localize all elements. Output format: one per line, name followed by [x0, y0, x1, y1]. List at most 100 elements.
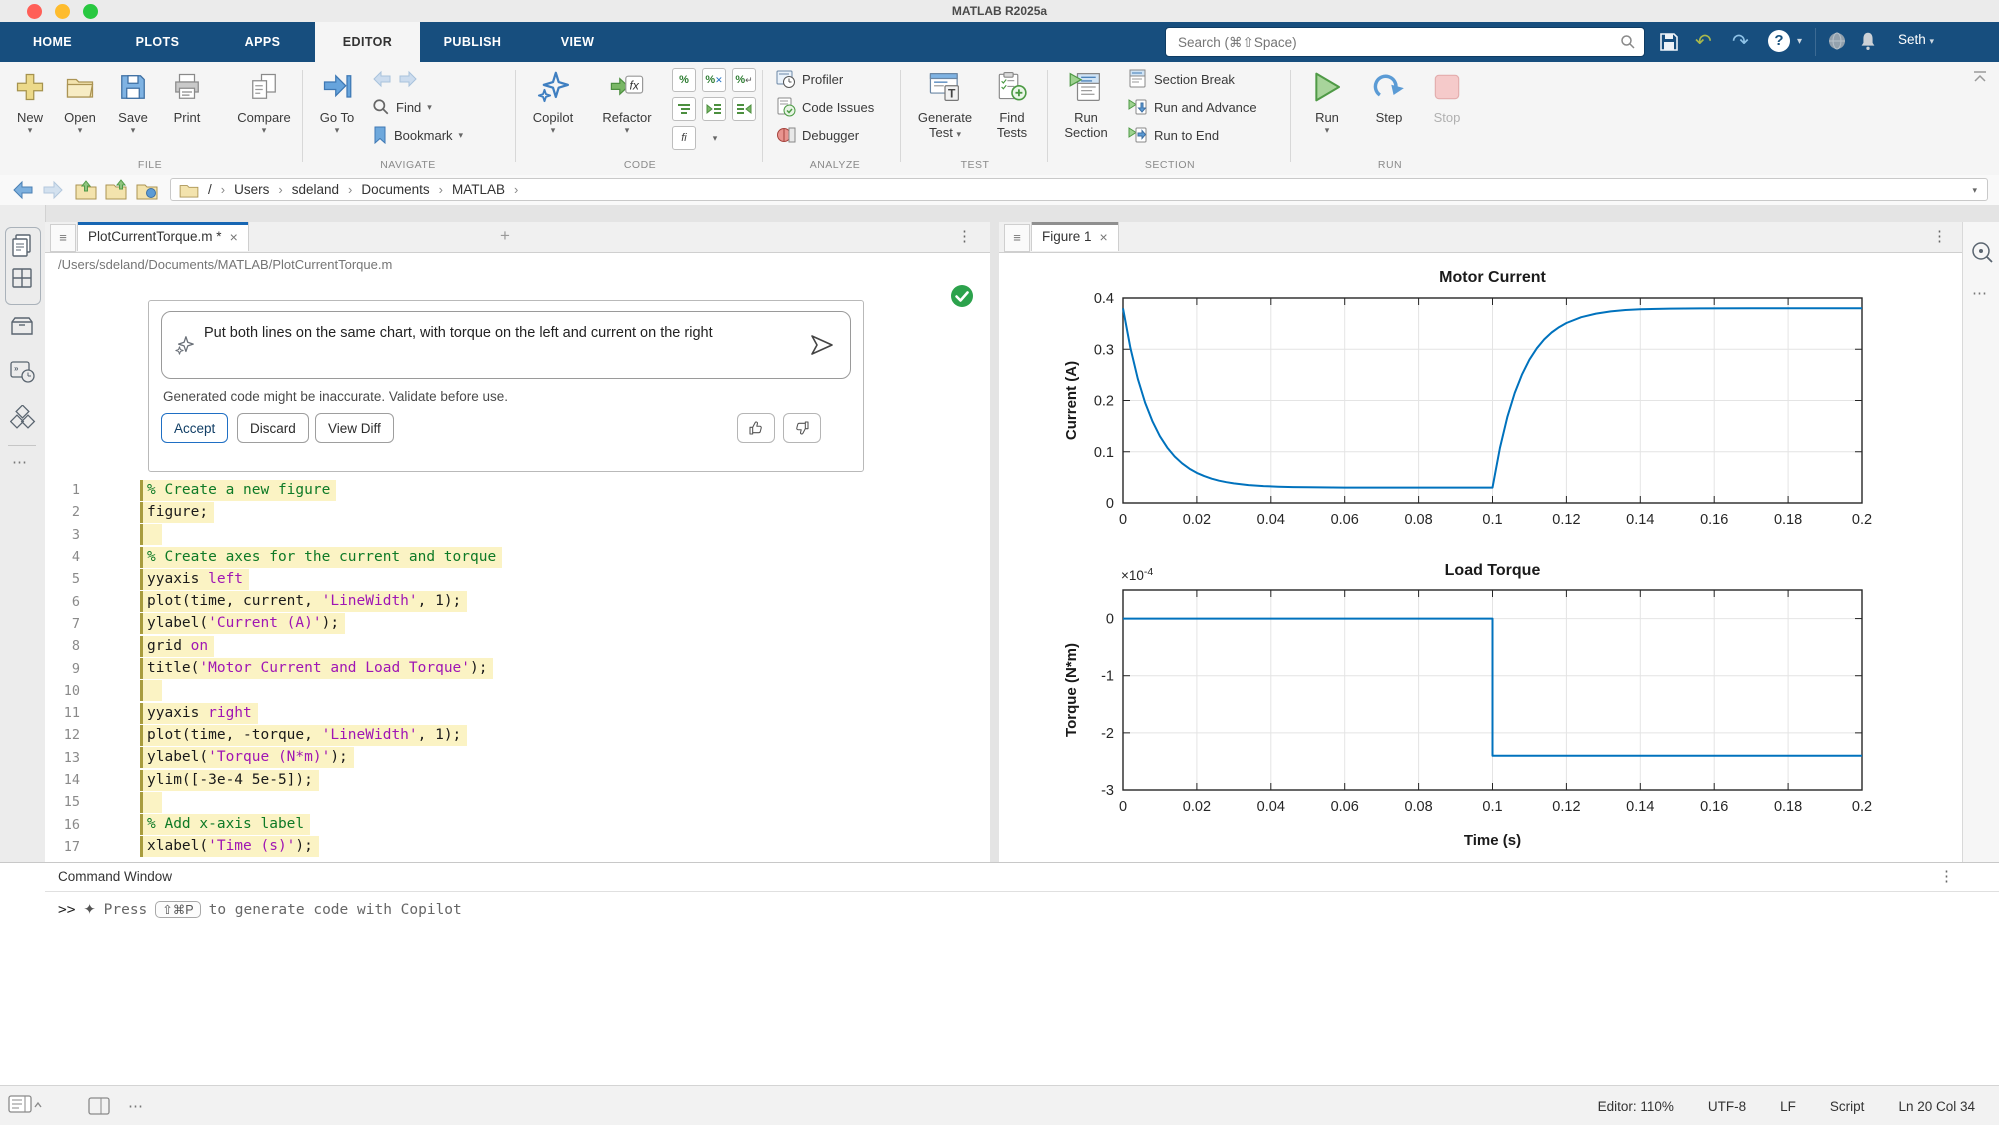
user-menu[interactable]: Seth ▾: [1898, 32, 1934, 47]
browse-back-icon[interactable]: [12, 180, 34, 200]
editor-options-kebab-icon[interactable]: ⋮: [957, 227, 972, 245]
tab-home[interactable]: HOME: [0, 22, 105, 62]
debugger-button[interactable]: Debugger: [776, 122, 859, 148]
back-arrow-icon[interactable]: [372, 70, 392, 88]
new-tab-button[interactable]: +: [500, 226, 510, 246]
statusbar-more-icon[interactable]: ⋯: [128, 1097, 143, 1115]
comment-icon[interactable]: %: [672, 68, 696, 92]
code-line[interactable]: 14ylim([-3e-4 5e-5]);: [45, 769, 985, 791]
thumbs-down-button[interactable]: [783, 413, 821, 443]
thumbs-up-button[interactable]: [737, 413, 775, 443]
goto-button[interactable]: Go To▾: [305, 66, 369, 135]
code-line[interactable]: 1% Create a new figure: [45, 479, 985, 501]
print-button[interactable]: Print: [155, 66, 219, 125]
copilot-prompt-box[interactable]: Put both lines on the same chart, with t…: [161, 311, 851, 379]
tab-view[interactable]: VIEW: [525, 22, 630, 62]
run-button[interactable]: Run▾: [1300, 66, 1354, 135]
status-cursor-position[interactable]: Ln 20 Col 34: [1898, 1099, 1975, 1114]
help-icon[interactable]: ?: [1768, 30, 1790, 52]
code-line[interactable]: 7ylabel('Current (A)');: [45, 613, 985, 635]
copilot-prompt-text[interactable]: Put both lines on the same chart, with t…: [204, 323, 779, 344]
command-window-kebab-icon[interactable]: ⋮: [1939, 867, 1954, 885]
uncomment-icon[interactable]: %✕: [702, 68, 726, 92]
discard-button[interactable]: Discard: [237, 413, 309, 443]
copilot-button[interactable]: Copilot▾: [521, 66, 585, 135]
tab-editor[interactable]: EDITOR: [315, 22, 420, 62]
close-figure-tab-icon[interactable]: ×: [1100, 229, 1108, 245]
code-line[interactable]: 4% Create axes for the current and torqu…: [45, 546, 985, 568]
figure-panel-menu-icon[interactable]: ≡: [1004, 224, 1030, 252]
run-section-button[interactable]: RunSection: [1055, 66, 1117, 140]
breadcrumb-root[interactable]: /: [208, 182, 212, 197]
status-file-type[interactable]: Script: [1830, 1099, 1865, 1114]
code-line[interactable]: 12plot(time, -torque, 'LineWidth', 1);: [45, 724, 985, 746]
breadcrumb-documents[interactable]: Documents: [361, 182, 429, 197]
code-line[interactable]: 10: [45, 680, 985, 702]
collapse-toolstrip-icon[interactable]: [1972, 70, 1988, 84]
code-line[interactable]: 13ylabel('Torque (N*m)');: [45, 747, 985, 769]
search-icon[interactable]: [1620, 34, 1636, 50]
browse-forward-icon[interactable]: [42, 180, 64, 200]
figure-tab[interactable]: Figure 1 ×: [1031, 222, 1119, 251]
code-line[interactable]: 2figure;: [45, 501, 985, 523]
status-encoding[interactable]: UTF-8: [1708, 1099, 1746, 1114]
quick-save-icon[interactable]: [1658, 31, 1680, 53]
section-break-button[interactable]: Section Break: [1128, 66, 1235, 92]
breadcrumb-matlab[interactable]: MATLAB: [452, 182, 505, 197]
downloads-icon[interactable]: [1827, 31, 1847, 51]
code-issues-button[interactable]: Code Issues: [776, 94, 874, 120]
code-line[interactable]: 6plot(time, current, 'LineWidth', 1);: [45, 590, 985, 612]
code-analyzer-indicator[interactable]: [950, 284, 974, 308]
matlab-drive-folder-icon[interactable]: [135, 179, 159, 201]
forward-arrow-icon[interactable]: [398, 70, 418, 88]
code-line[interactable]: 16% Add x-axis label: [45, 813, 985, 835]
sidebar-workspace-icon[interactable]: [10, 315, 34, 337]
code-line[interactable]: 3: [45, 524, 985, 546]
editor-panel-menu-icon[interactable]: ≡: [50, 224, 76, 252]
indent-right-icon[interactable]: [702, 97, 726, 121]
tab-plots[interactable]: PLOTS: [105, 22, 210, 62]
sidebar-editor-icon[interactable]: [11, 233, 33, 259]
panel-restore-icon[interactable]: [88, 1097, 110, 1115]
sidebar-command-history-icon[interactable]: »: [10, 360, 36, 384]
profiler-button[interactable]: Profiler: [776, 66, 843, 92]
command-prompt[interactable]: >>: [58, 902, 75, 918]
run-and-advance-button[interactable]: Run and Advance: [1128, 94, 1257, 120]
find-tests-button[interactable]: FindTests: [984, 66, 1040, 140]
generate-test-button[interactable]: T GenerateTest ▾: [912, 66, 978, 140]
code-line[interactable]: 15: [45, 791, 985, 813]
close-tab-icon[interactable]: ×: [230, 229, 238, 245]
code-line[interactable]: 17xlabel('Time (s)');: [45, 836, 985, 858]
breadcrumb[interactable]: / › Users › sdeland › Documents › MATLAB…: [170, 178, 1988, 201]
help-caret-icon[interactable]: ▾: [1797, 36, 1802, 47]
bookmark-button[interactable]: Bookmark▾: [372, 122, 463, 148]
run-to-end-button[interactable]: Run to End: [1128, 122, 1219, 148]
editor-file-tab[interactable]: PlotCurrentTorque.m * ×: [77, 222, 249, 251]
tab-apps[interactable]: APPS: [210, 22, 315, 62]
view-diff-button[interactable]: View Diff: [315, 413, 394, 443]
plot-tools-icon[interactable]: [1970, 240, 1994, 264]
command-prompt-line[interactable]: >> ✦ Press ⇧⌘P to generate code with Cop…: [58, 901, 462, 918]
sidebar-more-icon[interactable]: ⋯: [12, 453, 27, 471]
send-prompt-icon[interactable]: [810, 334, 834, 356]
find-button[interactable]: Find▾: [372, 94, 432, 120]
notifications-bell-icon[interactable]: [1857, 30, 1879, 52]
search-box[interactable]: [1165, 27, 1645, 57]
breadcrumb-users[interactable]: Users: [234, 182, 269, 197]
browse-for-folder-icon[interactable]: [104, 179, 128, 201]
load-torque-chart[interactable]: 00.020.040.060.080.10.120.140.160.180.20…: [1060, 555, 1920, 855]
indent-left-icon[interactable]: [732, 97, 756, 121]
undo-icon[interactable]: ↶: [1695, 29, 1712, 54]
breadcrumb-sdeland[interactable]: sdeland: [292, 182, 339, 197]
figure-options-kebab-icon[interactable]: ⋮: [1932, 227, 1947, 245]
up-one-level-icon[interactable]: [74, 179, 98, 201]
sidebar-addons-icon[interactable]: [10, 405, 36, 429]
refactor-button[interactable]: fx Refactor▾: [592, 66, 662, 135]
breadcrumb-caret-icon[interactable]: ▾: [1972, 185, 1977, 195]
compare-button[interactable]: Compare▾: [228, 66, 300, 135]
function-hints-icon[interactable]: fi: [672, 126, 696, 150]
smart-indent-icon[interactable]: [672, 97, 696, 121]
layout-toggle-icon[interactable]: [8, 1095, 42, 1117]
step-button[interactable]: Step: [1362, 66, 1416, 125]
tab-publish[interactable]: PUBLISH: [420, 22, 525, 62]
